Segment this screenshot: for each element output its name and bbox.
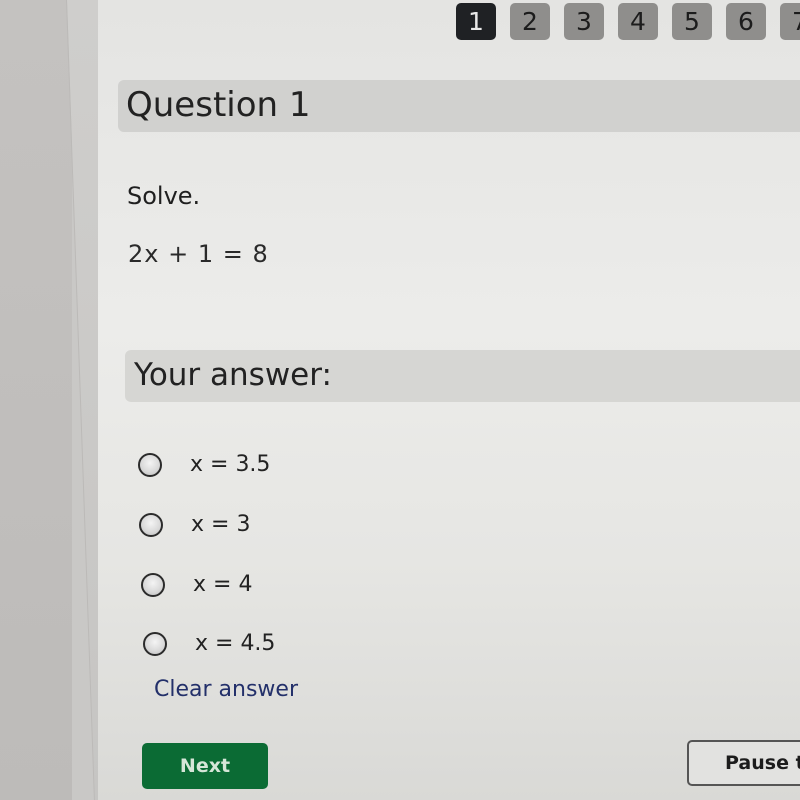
question-pager: 1 2 3 4 5 6 7 xyxy=(456,3,800,40)
question-equation: 2x + 1 = 8 xyxy=(128,240,269,268)
answer-option-2[interactable]: x = 3 xyxy=(139,512,250,537)
question-instruction: Solve. xyxy=(127,182,201,210)
radio-button[interactable] xyxy=(141,572,165,597)
option-label: x = 3.5 xyxy=(190,452,271,477)
pause-button[interactable]: Pause t xyxy=(687,740,800,786)
page-button-5[interactable]: 5 xyxy=(672,3,712,40)
question-title: Question 1 xyxy=(126,85,311,125)
clear-answer-link[interactable]: Clear answer xyxy=(154,677,298,702)
answer-option-1[interactable]: x = 3.5 xyxy=(138,452,270,477)
radio-button[interactable] xyxy=(138,452,162,477)
option-label: x = 3 xyxy=(191,512,251,537)
option-label: x = 4 xyxy=(193,572,253,597)
page-button-1[interactable]: 1 xyxy=(456,3,496,40)
page-button-3[interactable]: 3 xyxy=(564,3,604,40)
radio-button[interactable] xyxy=(139,512,163,537)
page-button-4[interactable]: 4 xyxy=(618,3,658,40)
page-button-7[interactable]: 7 xyxy=(780,3,800,40)
page-button-6[interactable]: 6 xyxy=(726,3,766,40)
option-label: x = 4.5 xyxy=(195,631,276,656)
answer-title: Your answer: xyxy=(134,357,332,393)
next-button[interactable]: Next xyxy=(142,743,268,789)
answer-option-3[interactable]: x = 4 xyxy=(141,572,252,597)
left-background xyxy=(0,0,72,800)
page-button-2[interactable]: 2 xyxy=(510,3,550,40)
answer-option-4[interactable]: x = 4.5 xyxy=(143,631,275,656)
radio-button[interactable] xyxy=(143,631,167,656)
